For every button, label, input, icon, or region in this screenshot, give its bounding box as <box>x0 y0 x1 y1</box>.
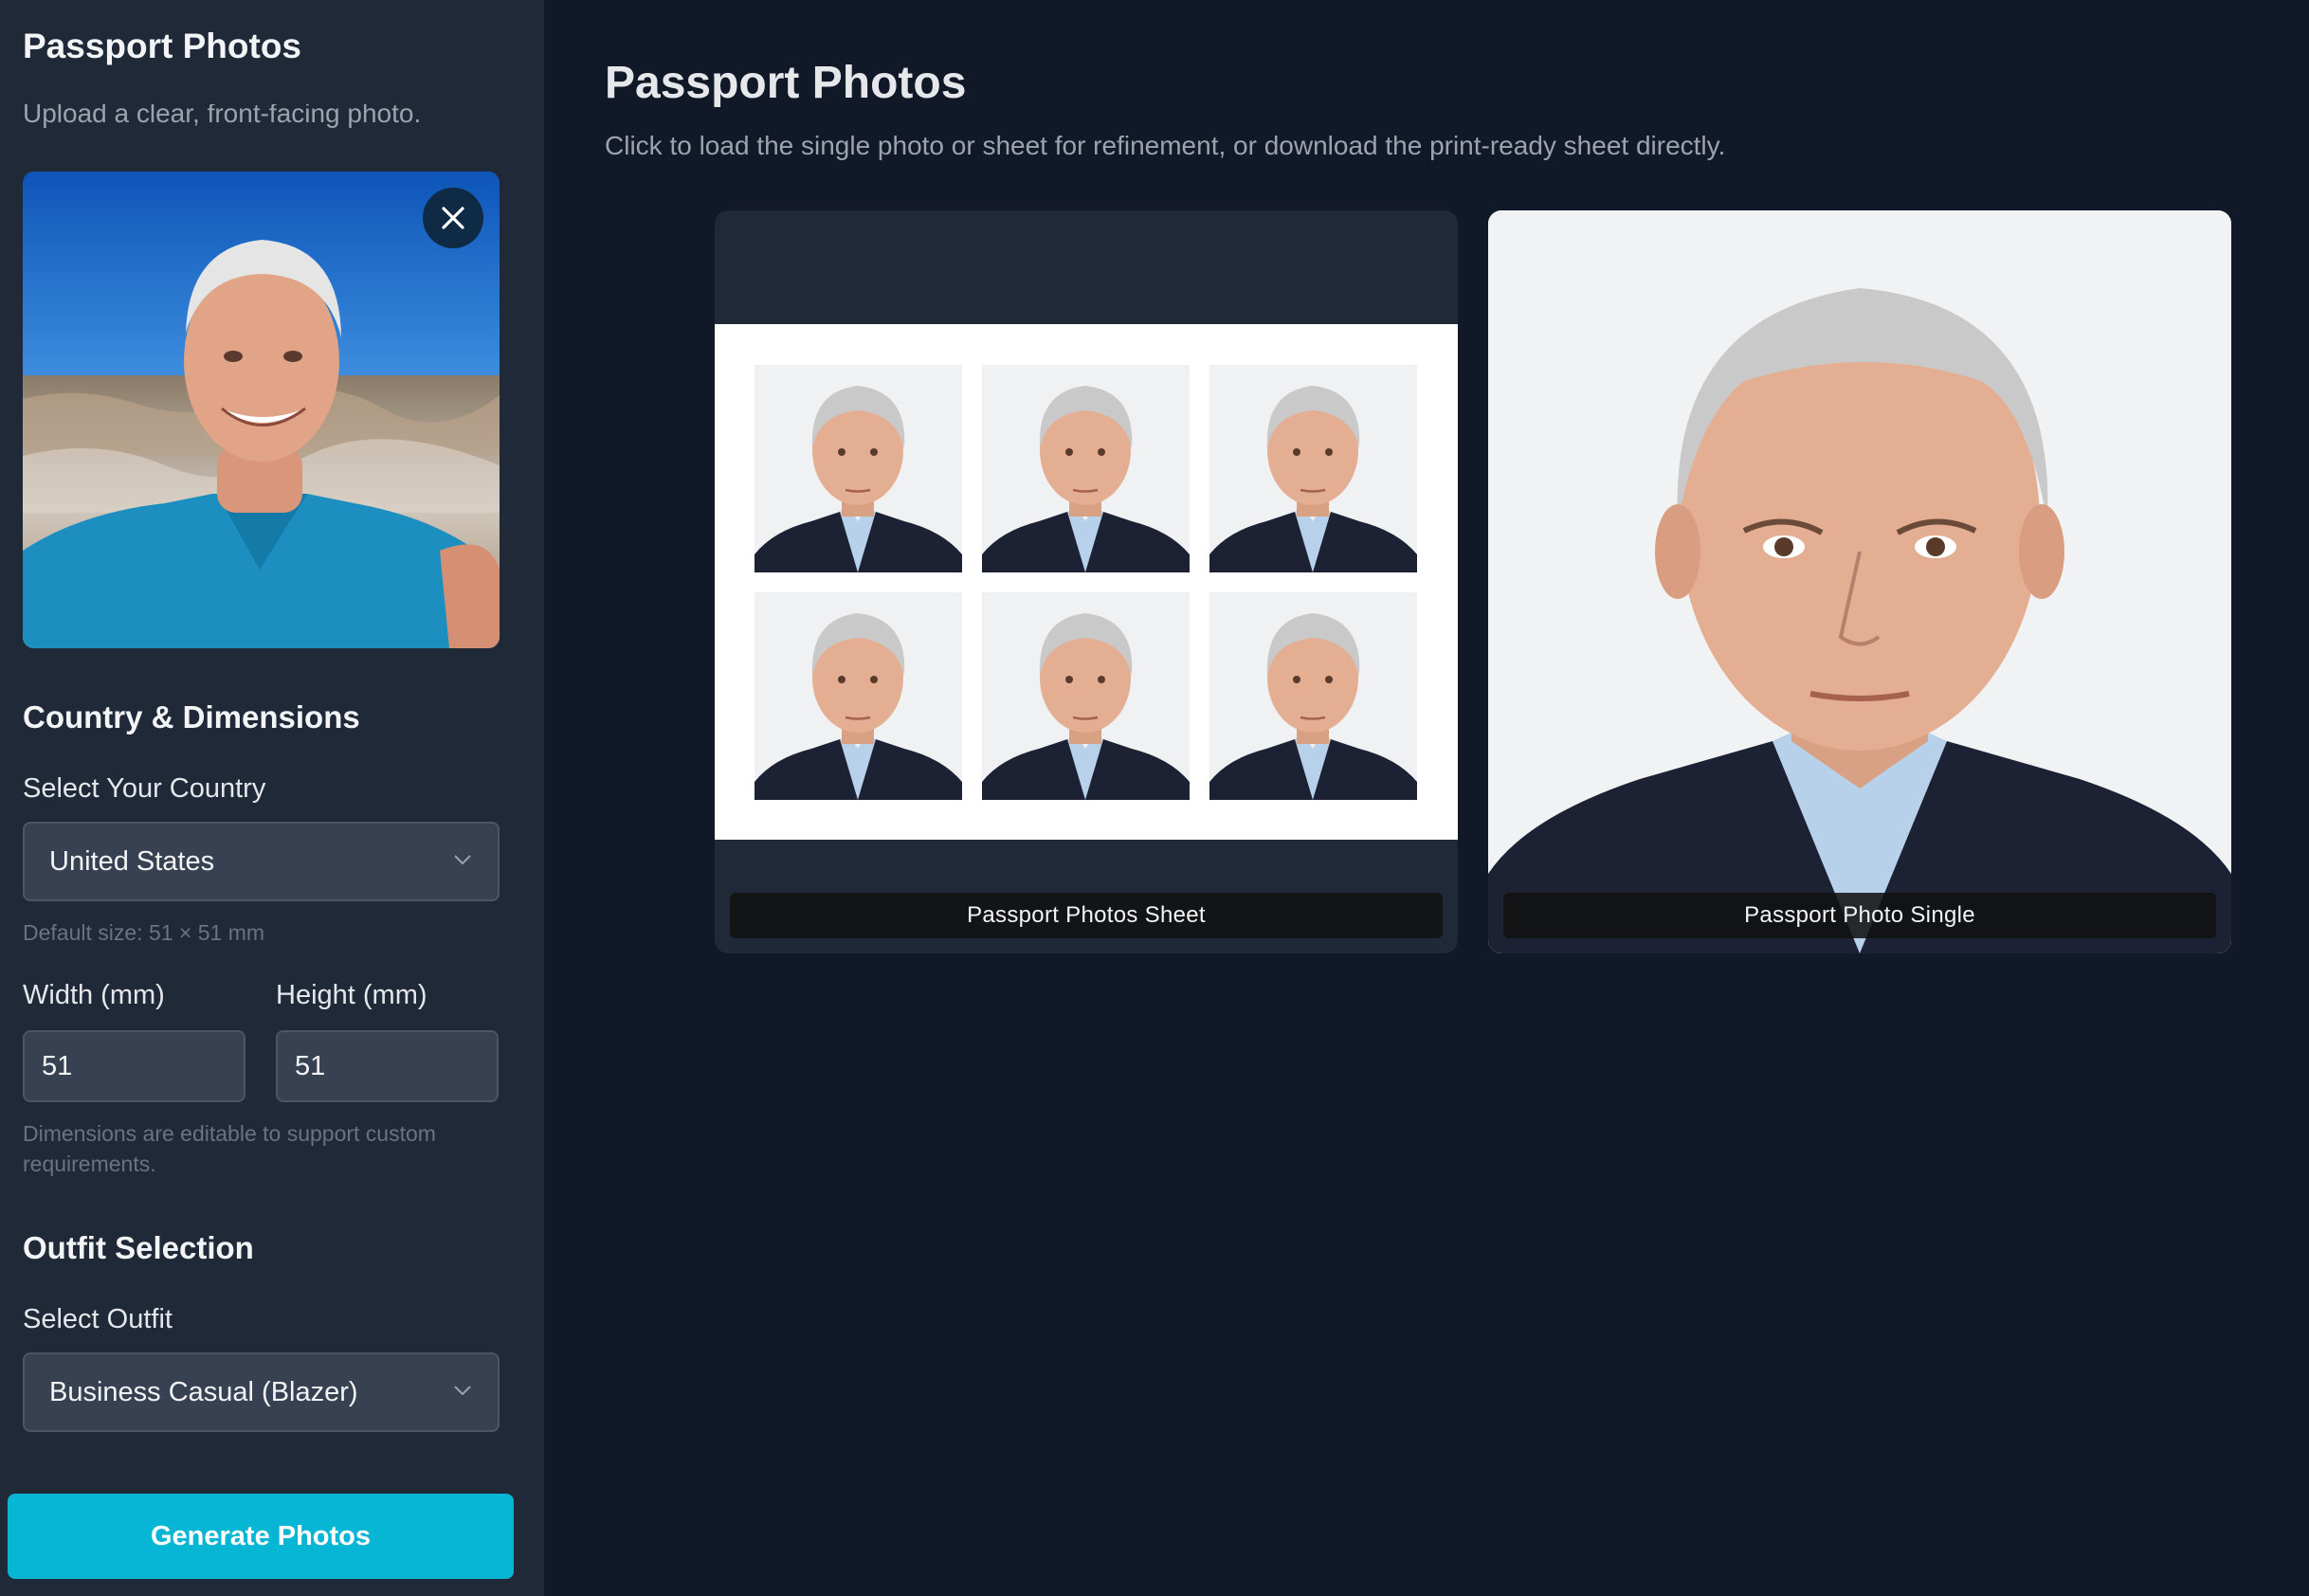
outfit-selection-heading: Outfit Selection <box>23 1230 254 1265</box>
sheet-thumbnail <box>755 365 962 572</box>
dimensions-hint-line2: requirements. <box>23 1152 156 1176</box>
sheet-portrait-image <box>755 592 962 800</box>
sheet-portrait-image <box>982 365 1190 572</box>
dimensions-hint: Dimensions are editable to support custo… <box>23 1118 436 1179</box>
sheet-portrait-image <box>1209 592 1417 800</box>
sidebar: Passport Photos Upload a clear, front-fa… <box>0 0 544 1596</box>
single-caption: Passport Photo Single <box>1503 893 2216 938</box>
sheet-portrait-image <box>755 365 962 572</box>
sheet-portrait-image <box>1209 365 1417 572</box>
width-label: Width (mm) <box>23 980 165 1010</box>
passport-single-card[interactable]: Passport Photo Single <box>1488 210 2231 953</box>
generate-photos-button[interactable]: Generate Photos <box>8 1494 514 1579</box>
sheet-thumbnail <box>982 365 1190 572</box>
sheet-thumbnail <box>1209 365 1417 572</box>
chevron-down-icon <box>454 1386 471 1396</box>
sheet-thumbnail <box>1209 592 1417 800</box>
sheet-thumbnail <box>755 592 962 800</box>
outfit-select[interactable]: Business Casual (Blazer) <box>23 1352 500 1432</box>
country-select-value: United States <box>49 845 215 877</box>
width-input[interactable] <box>23 1030 245 1102</box>
country-select-label: Select Your Country <box>23 773 266 804</box>
country-dimensions-heading: Country & Dimensions <box>23 699 360 735</box>
remove-photo-button[interactable] <box>423 188 483 248</box>
passport-single-image <box>1488 210 2231 953</box>
height-label: Height (mm) <box>276 980 427 1010</box>
country-select[interactable]: United States <box>23 822 500 901</box>
sidebar-title: Passport Photos <box>23 27 301 65</box>
sheet-caption: Passport Photos Sheet <box>730 893 1443 938</box>
sheet-portrait-image <box>982 592 1190 800</box>
close-icon <box>442 207 464 229</box>
passport-sheet-image <box>715 324 1458 840</box>
dimensions-hint-line1: Dimensions are editable to support custo… <box>23 1121 436 1146</box>
chevron-down-icon <box>454 855 471 865</box>
outfit-select-value: Business Casual (Blazer) <box>49 1376 358 1407</box>
default-size-hint: Default size: 51 × 51 mm <box>23 920 265 945</box>
upload-hint: Upload a clear, front-facing photo. <box>23 104 421 140</box>
sheet-thumbnail <box>982 592 1190 800</box>
uploaded-photo-preview[interactable] <box>23 172 500 648</box>
uploaded-selfie-image <box>23 172 500 648</box>
passport-sheet-card[interactable]: Passport Photos Sheet <box>715 210 1458 953</box>
page-subtitle: Click to load the single photo or sheet … <box>605 131 1726 160</box>
page-title: Passport Photos <box>605 58 967 108</box>
outfit-select-label: Select Outfit <box>23 1304 173 1334</box>
height-input[interactable] <box>276 1030 499 1102</box>
upload-hint-text: Upload a clear, front-facing photo. <box>23 104 422 128</box>
